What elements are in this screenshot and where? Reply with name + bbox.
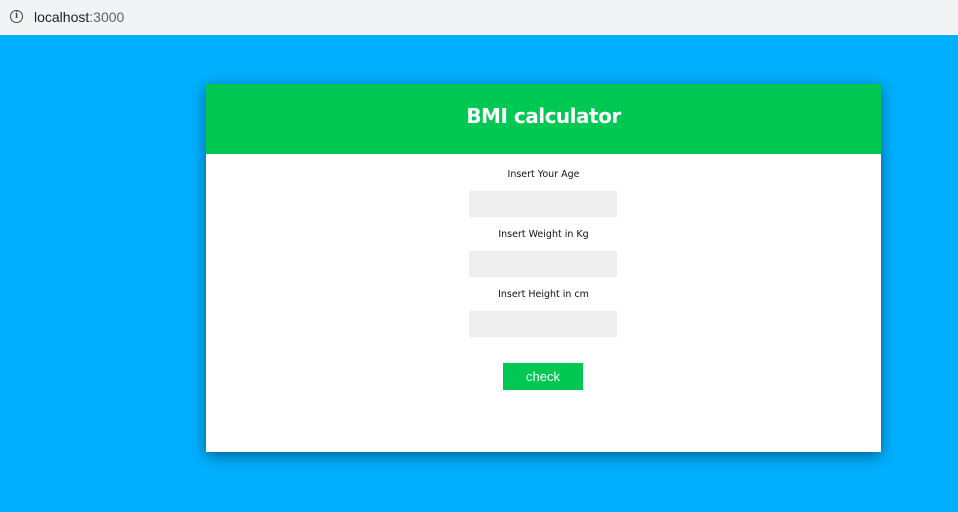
info-icon[interactable]: i: [10, 10, 23, 23]
height-label: Insert Height in cm: [498, 289, 589, 300]
url-port: :3000: [89, 9, 125, 25]
check-button[interactable]: check: [503, 363, 583, 390]
browser-address-bar[interactable]: i localhost:3000: [0, 0, 958, 35]
url-host: localhost: [34, 9, 90, 25]
weight-label: Insert Weight in Kg: [498, 229, 589, 240]
age-label: Insert Your Age: [507, 169, 580, 180]
weight-input[interactable]: [469, 251, 617, 277]
url-text[interactable]: localhost:3000: [34, 9, 124, 25]
page-title: BMI calculator: [466, 104, 621, 128]
height-input[interactable]: [469, 311, 617, 337]
card-header: BMI calculator: [206, 84, 881, 154]
age-input[interactable]: [469, 191, 617, 217]
bmi-calculator-card: BMI calculator Insert Your Age Insert We…: [206, 84, 881, 452]
